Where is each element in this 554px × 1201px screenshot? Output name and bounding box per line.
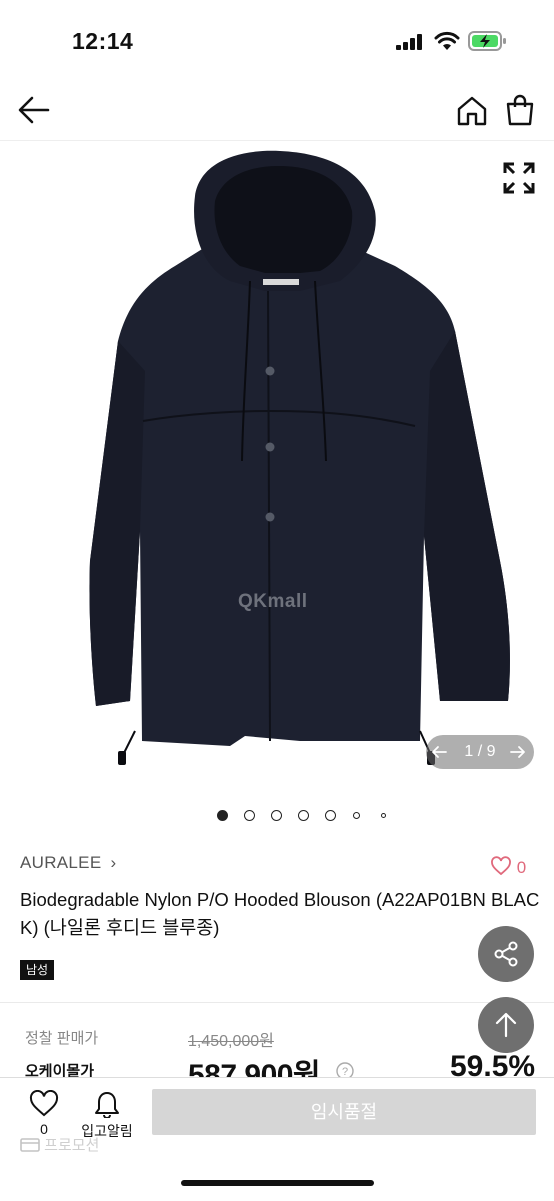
carousel-pagination — [0, 808, 554, 822]
product-image-carousel[interactable]: QKmall — [0, 141, 554, 791]
status-bar: 12:14 — [0, 0, 554, 80]
arrow-up-icon — [495, 1012, 517, 1038]
shopping-bag-icon[interactable] — [504, 94, 536, 126]
product-title: Biodegradable Nylon P/O Hooded Blouson (… — [20, 889, 540, 938]
promotion-label: 프로모션 — [44, 1137, 100, 1154]
pagination-dot[interactable] — [298, 810, 309, 821]
gender-badge: 남성 — [20, 960, 55, 980]
restock-alert-button[interactable]: 입고알림 — [76, 1088, 138, 1139]
promotion-section: 프로모션 — [20, 1134, 99, 1156]
pagination-dot[interactable] — [325, 810, 336, 821]
battery-charging-icon — [468, 31, 506, 51]
brand-name: AURALEE — [20, 853, 102, 872]
promotion-card-icon — [20, 1138, 40, 1152]
like-button[interactable]: 0 — [490, 856, 526, 878]
share-icon — [494, 941, 518, 967]
back-arrow-icon[interactable] — [18, 95, 50, 125]
scroll-to-top-button[interactable] — [478, 997, 534, 1053]
sold-out-button[interactable]: 임시품절 — [152, 1089, 536, 1135]
pagination-dot[interactable] — [244, 810, 255, 821]
wishlist-button[interactable]: 0 — [26, 1090, 62, 1138]
pagination-dot[interactable] — [353, 812, 360, 819]
like-count: 0 — [516, 858, 527, 877]
pagination-dot[interactable] — [381, 813, 386, 818]
cellular-signal-icon — [396, 34, 422, 50]
section-divider — [0, 1002, 554, 1003]
heart-outline-icon — [29, 1090, 59, 1117]
product-jacket-image — [89, 150, 510, 765]
bell-icon — [95, 1092, 119, 1118]
retail-price-label: 정찰 판매가 — [25, 1030, 99, 1047]
expand-fullscreen-icon[interactable] — [502, 161, 536, 195]
wifi-icon — [434, 31, 460, 50]
pagination-dot-active[interactable] — [217, 810, 228, 821]
status-time: 12:14 — [72, 28, 134, 54]
brand-link[interactable]: AURALEE › — [20, 853, 116, 873]
retail-price: 1,450,000원 — [188, 1033, 274, 1050]
share-button[interactable] — [478, 926, 534, 982]
pagination-dot[interactable] — [271, 810, 282, 821]
image-watermark: QKmall — [238, 591, 308, 612]
home-icon[interactable] — [456, 95, 488, 127]
chevron-right-icon: › — [110, 853, 117, 872]
heart-icon — [491, 856, 511, 876]
image-counter[interactable]: 1 / 9 — [426, 735, 534, 769]
next-arrow-icon[interactable] — [510, 745, 526, 759]
top-navigation — [0, 80, 554, 141]
home-indicator — [181, 1180, 374, 1186]
